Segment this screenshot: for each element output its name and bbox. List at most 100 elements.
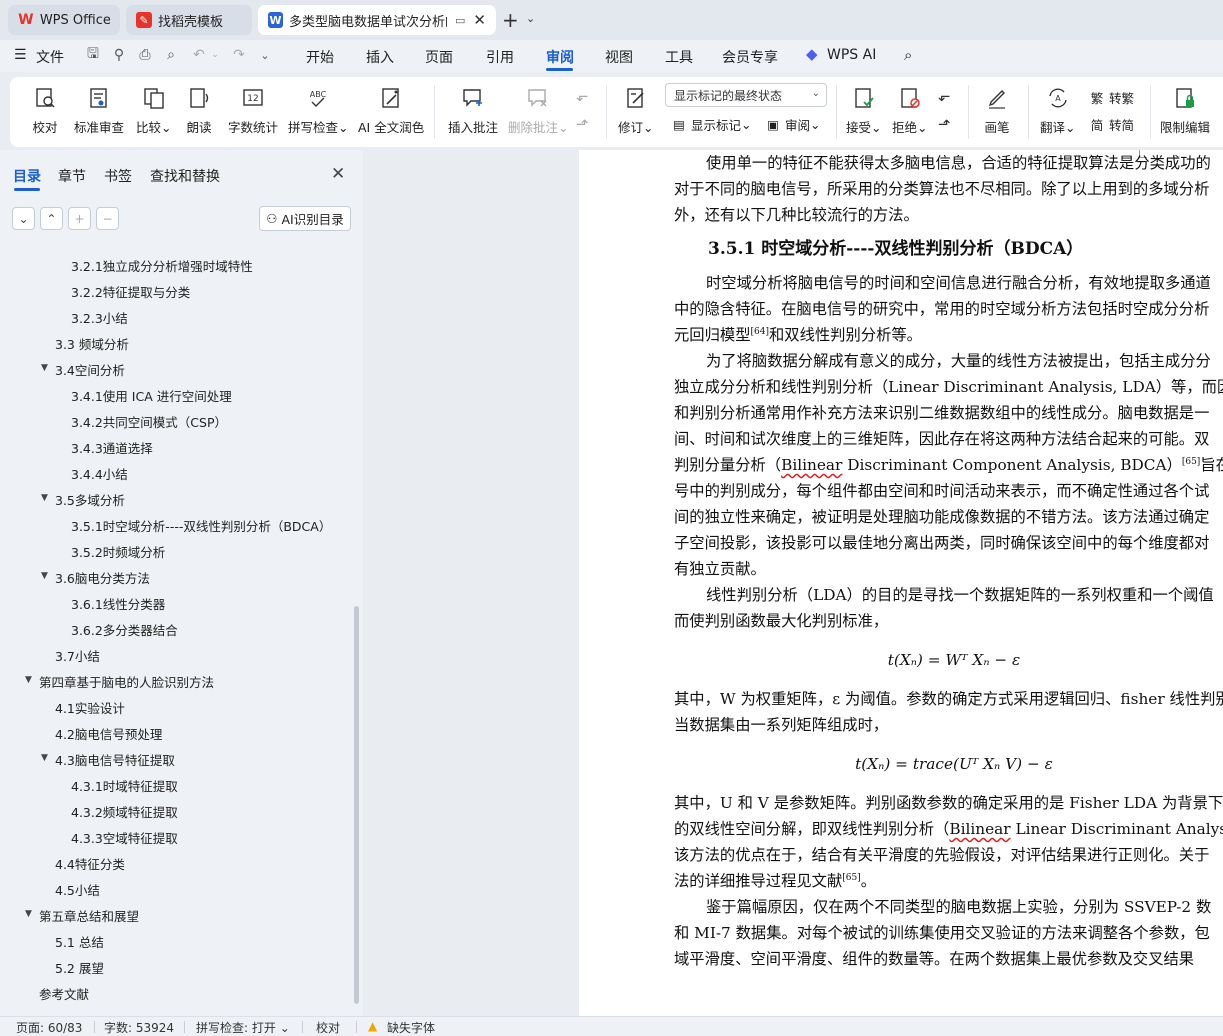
chevron-down-icon[interactable]: ⌄ <box>206 46 224 64</box>
menu-page[interactable]: 页面 <box>425 47 453 67</box>
tab-toc[interactable]: 目录 <box>13 166 41 186</box>
toc-item[interactable]: 第四章基于脑电的人脸识别方法 <box>39 672 214 691</box>
toc-item[interactable]: 3.4.2共同空间模式（CSP） <box>71 412 227 431</box>
expand-arrow-icon[interactable]: ▼ <box>41 753 48 763</box>
close-icon[interactable]: ✕ <box>331 164 345 184</box>
menu-tools[interactable]: 工具 <box>665 47 693 67</box>
toc-item[interactable]: 3.4.4小结 <box>71 464 128 483</box>
toc-item[interactable]: 4.1实验设计 <box>55 698 125 717</box>
to-simplified-button[interactable]: 简转简 <box>1088 115 1134 134</box>
remove-heading-button[interactable]: − <box>96 207 119 230</box>
collapse-down-button[interactable]: ⌄ <box>12 207 35 230</box>
new-tab-icon[interactable]: + <box>502 8 519 32</box>
add-heading-button[interactable]: + <box>68 207 91 230</box>
toc-item[interactable]: 4.3.1时域特征提取 <box>71 776 178 795</box>
search-icon[interactable]: ⌕ <box>904 46 912 64</box>
toc-item[interactable]: 4.3.3空域特征提取 <box>71 828 178 847</box>
expand-arrow-icon[interactable]: ▼ <box>41 571 48 581</box>
standard-review-button[interactable]: 标准审查 <box>74 85 124 136</box>
to-traditional-button[interactable]: 繁转繁 <box>1088 88 1134 107</box>
menu-membership[interactable]: 会员专享 <box>722 47 778 67</box>
menu-start[interactable]: 开始 <box>306 47 334 67</box>
read-aloud-button[interactable]: 朗读 <box>186 85 212 136</box>
reject-button[interactable]: 拒绝⌄ <box>892 85 928 136</box>
toc-item[interactable]: 5.2 展望 <box>55 958 104 977</box>
menu-file[interactable]: 文件 <box>36 47 64 67</box>
review-pane-button[interactable]: ▣ 审阅 ⌄ <box>764 115 820 134</box>
toc-item[interactable]: 3.6脑电分类方法 <box>55 568 150 587</box>
expand-arrow-icon[interactable]: ▼ <box>41 493 48 503</box>
proofread-status[interactable]: 校对 <box>316 1019 340 1036</box>
chevron-down-icon[interactable]: ⌄ <box>256 46 274 64</box>
tab-bookmarks[interactable]: 书签 <box>104 166 132 186</box>
menu-insert[interactable]: 插入 <box>366 47 394 67</box>
spell-check-button[interactable]: ABC 拼写检查⌄ <box>288 85 349 136</box>
toc-item[interactable]: 第五章总结和展望 <box>39 906 139 925</box>
translate-button[interactable]: A 翻译⌄ <box>1040 85 1076 136</box>
share-icon[interactable]: ⚲ <box>110 46 128 64</box>
track-changes-button[interactable]: 修订⌄ <box>618 85 654 136</box>
document-page[interactable]: 使用单一的特征不能获得太多脑电信息，合适的特征提取算法是分类成功的 对于不同的脑… <box>579 150 1223 1016</box>
hamburger-icon[interactable]: ☰ <box>14 47 27 63</box>
expand-arrow-icon[interactable]: ▼ <box>25 909 32 919</box>
tab-docer[interactable]: ✎ 找稻壳模板 <box>126 5 252 35</box>
proofread-button[interactable]: 校对 <box>32 85 58 136</box>
redo-icon[interactable]: ↷ <box>230 46 248 64</box>
menu-review[interactable]: 审阅 <box>546 47 574 67</box>
accept-button[interactable]: 接受⌄ <box>846 85 882 136</box>
spell-check-toggle[interactable]: 拼写检查: 打开 ⌄ <box>196 1019 290 1036</box>
tab-sections[interactable]: 章节 <box>58 166 86 186</box>
toc-item[interactable]: 3.7小结 <box>55 646 100 665</box>
expand-arrow-icon[interactable]: ▼ <box>25 675 32 685</box>
word-count-indicator[interactable]: 字数: 53924 <box>104 1019 174 1036</box>
ai-polish-button[interactable]: AI 全文润色 <box>358 85 424 136</box>
tab-find-replace[interactable]: 查找和替换 <box>150 166 220 186</box>
menu-reference[interactable]: 引用 <box>486 47 514 67</box>
next-comment-icon[interactable]: ⬏ <box>576 115 589 133</box>
toc-item[interactable]: 3.3 频域分析 <box>55 334 129 353</box>
compare-button[interactable]: 比较⌄ <box>136 85 172 136</box>
toc-item[interactable]: 4.5小结 <box>55 880 100 899</box>
toc-item[interactable]: 3.2.2特征提取与分类 <box>71 282 190 301</box>
toc-item[interactable]: 4.4特征分类 <box>55 854 125 873</box>
toc-item[interactable]: 5.1 总结 <box>55 932 104 951</box>
toc-item[interactable]: 4.2脑电信号预处理 <box>55 724 162 743</box>
delete-comment-button[interactable]: 删除批注⌄ <box>508 85 569 136</box>
tab-document[interactable]: W 多类型脑电数据单试次分析的 ▭ ✕ <box>258 5 496 35</box>
word-count-button[interactable]: 12 字数统计 <box>228 85 278 136</box>
ink-button[interactable]: 画笔 <box>984 85 1010 136</box>
toc-item[interactable]: 3.4.1使用 ICA 进行空间处理 <box>71 386 232 405</box>
tab-wps-office[interactable]: W WPS Office <box>8 5 120 35</box>
menu-view[interactable]: 视图 <box>605 47 633 67</box>
document-body[interactable]: 使用单一的特征不能获得太多脑电信息，合适的特征提取算法是分类成功的 对于不同的脑… <box>674 150 1223 972</box>
restrict-editing-button[interactable]: 限制编辑 <box>1160 85 1210 136</box>
toc-item[interactable]: 4.3脑电信号特征提取 <box>55 750 175 769</box>
collapse-up-button[interactable]: ⌃ <box>40 207 63 230</box>
toc-item[interactable]: 3.2.1独立成分分析增强时域特性 <box>71 256 253 275</box>
toc-item[interactable]: 3.5多域分析 <box>55 490 125 509</box>
menu-wps-ai[interactable]: WPS AI <box>827 47 876 63</box>
toc-item[interactable]: 3.2.3小结 <box>71 308 128 327</box>
ai-toc-button[interactable]: ⚇ AI识别目录 <box>259 206 351 231</box>
print-icon[interactable]: ⎙ <box>136 46 154 64</box>
expand-arrow-icon[interactable]: ▼ <box>41 363 48 373</box>
toc-item[interactable]: 4.3.2频域特征提取 <box>71 802 178 821</box>
toc-item[interactable]: 3.4.3通道选择 <box>71 438 153 457</box>
save-icon[interactable]: 🖫 <box>84 46 102 64</box>
toc-item[interactable]: 3.6.1线性分类器 <box>71 594 165 613</box>
toc-item[interactable]: 3.6.2多分类器结合 <box>71 620 178 639</box>
show-markup-button[interactable]: ▤ 显示标记 ⌄ <box>670 115 751 134</box>
toc-item[interactable]: 3.5.1时空域分析----双线性判别分析（BDCA） <box>71 516 331 535</box>
close-tab-icon[interactable]: ✕ <box>473 11 486 29</box>
toc-item[interactable]: 参考文献 <box>39 984 89 1003</box>
prev-change-icon[interactable]: ⬐ <box>938 87 951 105</box>
toc-item[interactable]: 3.4空间分析 <box>55 360 125 379</box>
insert-comment-button[interactable]: 插入批注 <box>448 85 498 136</box>
print-preview-icon[interactable]: ⌕ <box>162 46 180 64</box>
markup-mode-select[interactable]: 显示标记的最终状态 ⌄ <box>665 83 827 107</box>
prev-comment-icon[interactable]: ⬐ <box>576 87 589 105</box>
toc-item[interactable]: 3.5.2时频域分析 <box>71 542 165 561</box>
page-indicator[interactable]: 页面: 60/83 <box>16 1019 82 1036</box>
toc-scrollbar[interactable] <box>354 606 359 1004</box>
next-change-icon[interactable]: ⬏ <box>938 115 951 133</box>
